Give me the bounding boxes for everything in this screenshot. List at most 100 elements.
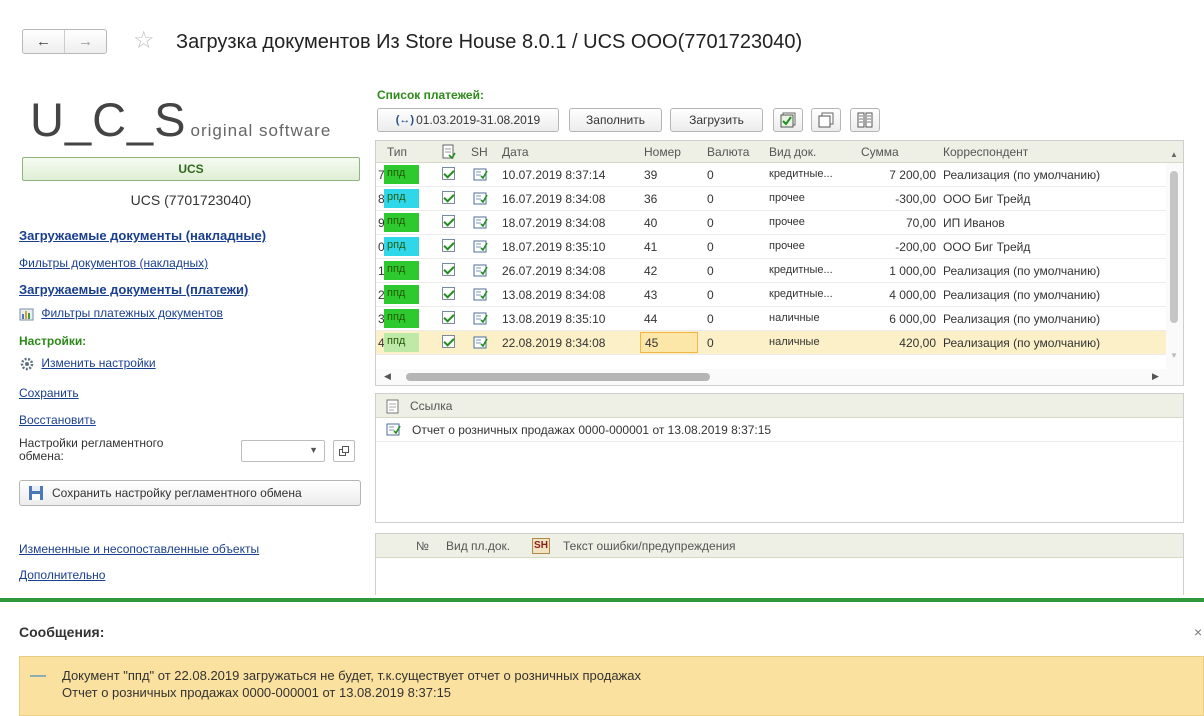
logo-text: U_C_S <box>30 93 187 146</box>
col-error-text[interactable]: Текст ошибки/предупреждения <box>563 539 736 553</box>
link-payment-documents[interactable]: Загружаемые документы (платежи) <box>19 282 248 297</box>
row-load-checkbox[interactable] <box>442 263 455 279</box>
sh-document-icon <box>473 312 488 325</box>
col-number[interactable]: Номер <box>644 145 681 159</box>
organization-button[interactable]: UCS <box>22 157 360 181</box>
link-additional[interactable]: Дополнительно <box>19 568 105 582</box>
row-load-checkbox[interactable] <box>442 191 455 207</box>
document-arrow-icon <box>442 144 456 160</box>
close-icon[interactable]: × <box>1194 624 1202 640</box>
errors-panel-header: № Вид пл.док. SH Текст ошибки/предупрежд… <box>376 534 1183 558</box>
row-load-checkbox[interactable] <box>442 311 455 327</box>
cell-currency: 0 <box>707 336 714 350</box>
cell-doc-kind: прочее <box>769 240 805 252</box>
cell-date: 13.08.2019 8:34:08 <box>502 288 606 302</box>
link-restore[interactable]: Восстановить <box>19 413 96 427</box>
favorite-star-icon[interactable]: ☆ <box>133 26 155 55</box>
row-type-badge: ппд <box>384 261 419 280</box>
cell-correspondent: Реализация (по умолчанию) <box>943 288 1101 302</box>
link-invoice-filters[interactable]: Фильтры документов (накладных) <box>19 256 208 270</box>
horizontal-scrollbar[interactable]: ◀ ▶ <box>376 369 1168 385</box>
cell-sum: -300,00 <box>895 192 936 206</box>
row-load-checkbox[interactable] <box>442 215 455 231</box>
links-column-header[interactable]: Ссылка <box>410 399 452 413</box>
table-row[interactable]: 3 ппд 13.08.2019 8:35:10 44 0 наличные Реализа… <box>376 307 1166 331</box>
links-row-text: Отчет о розничных продажах 0000-000001 о… <box>412 423 772 437</box>
col-error-doc-kind[interactable]: Вид пл.док. <box>446 539 510 553</box>
uncheck-all-button[interactable] <box>811 108 841 132</box>
cell-doc-kind: кредитные... <box>769 168 833 180</box>
cell-number: 42 <box>644 264 658 278</box>
settings-header: Настройки: <box>19 334 87 348</box>
links-panel[interactable]: Ссылка Отчет о розничных продажах 0000-0… <box>375 393 1184 523</box>
links-row[interactable]: Отчет о розничных продажах 0000-000001 о… <box>376 418 1183 442</box>
save-exchange-settings-button[interactable]: Сохранить настройку регламентного обмена <box>19 480 361 506</box>
link-changed-objects[interactable]: Измененные и несопоставленные объекты <box>19 542 259 556</box>
row-load-checkbox[interactable] <box>442 239 455 255</box>
check-all-button[interactable] <box>773 108 803 132</box>
table-row[interactable]: 8 рпд 16.07.2019 8:34:08 36 0 прочее ООО Биг Т… <box>376 187 1166 211</box>
cell-currency: 0 <box>707 240 714 254</box>
link-invoice-documents[interactable]: Загружаемые документы (накладные) <box>19 228 266 243</box>
checkbox-checked-icon <box>442 335 455 348</box>
link-save[interactable]: Сохранить <box>19 386 79 400</box>
col-currency[interactable]: Валюта <box>707 145 749 159</box>
chevron-down-icon: ▼ <box>309 445 318 455</box>
col-error-number[interactable]: № <box>416 539 429 553</box>
col-load-flag[interactable] <box>442 144 456 163</box>
row-load-checkbox[interactable] <box>442 167 455 183</box>
row-load-checkbox[interactable] <box>442 335 455 351</box>
cell-sum: -200,00 <box>895 240 936 254</box>
cell-date: 16.07.2019 8:34:08 <box>502 192 606 206</box>
messages-divider[interactable] <box>0 598 1204 602</box>
table-row[interactable]: 1 ппд 26.07.2019 8:34:08 42 0 кредитные... Реа… <box>376 259 1166 283</box>
col-sum[interactable]: Сумма <box>861 145 899 159</box>
columns-settings-button[interactable] <box>850 108 880 132</box>
col-sh[interactable]: SH <box>471 145 488 159</box>
payments-table[interactable]: Тип SH Дата Номер Валюта Вид док. Сумма … <box>375 140 1184 386</box>
col-type[interactable]: Тип <box>387 145 407 159</box>
table-row[interactable]: 4 ппд 22.08.2019 8:34:08 45 0 наличные Реализа… <box>376 331 1166 355</box>
cell-doc-kind: прочее <box>769 192 805 204</box>
open-window-icon <box>339 446 349 456</box>
row-type-badge: ппд <box>384 213 419 232</box>
link-payment-filters[interactable]: Фильтры платежных документов <box>19 306 223 321</box>
scroll-up-icon[interactable]: ▲ <box>1170 150 1178 159</box>
fill-button[interactable]: Заполнить <box>569 108 662 132</box>
save-disk-icon <box>29 486 43 500</box>
table-row[interactable]: 0 рпд 18.07.2019 8:35:10 41 0 прочее ООО Биг Т… <box>376 235 1166 259</box>
exchange-settings-select[interactable]: ▼ <box>241 440 325 462</box>
table-row[interactable]: 2 ппд 13.08.2019 8:34:08 43 0 кредитные... Реа… <box>376 283 1166 307</box>
back-button[interactable]: ← <box>23 30 64 53</box>
col-correspondent[interactable]: Корреспондент <box>943 145 1028 159</box>
scroll-down-icon[interactable]: ▼ <box>1170 351 1178 360</box>
cell-correspondent: Реализация (по умолчанию) <box>943 336 1101 350</box>
cell-currency: 0 <box>707 288 714 302</box>
checkbox-checked-icon <box>442 191 455 204</box>
col-doc-kind[interactable]: Вид док. <box>769 145 816 159</box>
cell-correspondent: ООО Биг Трейд <box>943 192 1031 206</box>
col-date[interactable]: Дата <box>502 145 529 159</box>
errors-panel[interactable]: № Вид пл.док. SH Текст ошибки/предупрежд… <box>375 533 1184 595</box>
period-button[interactable]: (↔) 01.03.2019-31.08.2019 <box>377 108 559 132</box>
row-load-checkbox[interactable] <box>442 287 455 303</box>
sh-document-icon <box>473 240 488 253</box>
link-change-settings[interactable]: Изменить настройки <box>19 356 156 371</box>
sh-document-icon <box>473 192 488 205</box>
load-button[interactable]: Загрузить <box>670 108 763 132</box>
nav-buttons: ← → <box>22 29 107 54</box>
horizontal-scroll-thumb[interactable] <box>406 373 710 381</box>
open-settings-button[interactable] <box>333 440 355 462</box>
forward-button[interactable]: → <box>64 30 106 53</box>
cell-number: 36 <box>644 192 658 206</box>
message-box[interactable]: — Документ "ппд" от 22.08.2019 загружать… <box>19 656 1204 716</box>
scroll-left-icon[interactable]: ◀ <box>384 371 391 382</box>
table-row[interactable]: 7 ппд 10.07.2019 8:37:14 39 0 кредитные... Реа… <box>376 163 1166 187</box>
cell-doc-kind: кредитные... <box>769 288 833 300</box>
vertical-scrollbar[interactable]: ▲ ▼ <box>1166 150 1183 385</box>
message-dash-icon: — <box>30 667 46 684</box>
scroll-right-icon[interactable]: ▶ <box>1152 371 1159 382</box>
table-row[interactable]: 9 ппд 18.07.2019 8:34:08 40 0 прочее ИП Иванов… <box>376 211 1166 235</box>
cell-doc-kind: наличные <box>769 312 820 324</box>
vertical-scroll-thumb[interactable] <box>1170 171 1178 323</box>
